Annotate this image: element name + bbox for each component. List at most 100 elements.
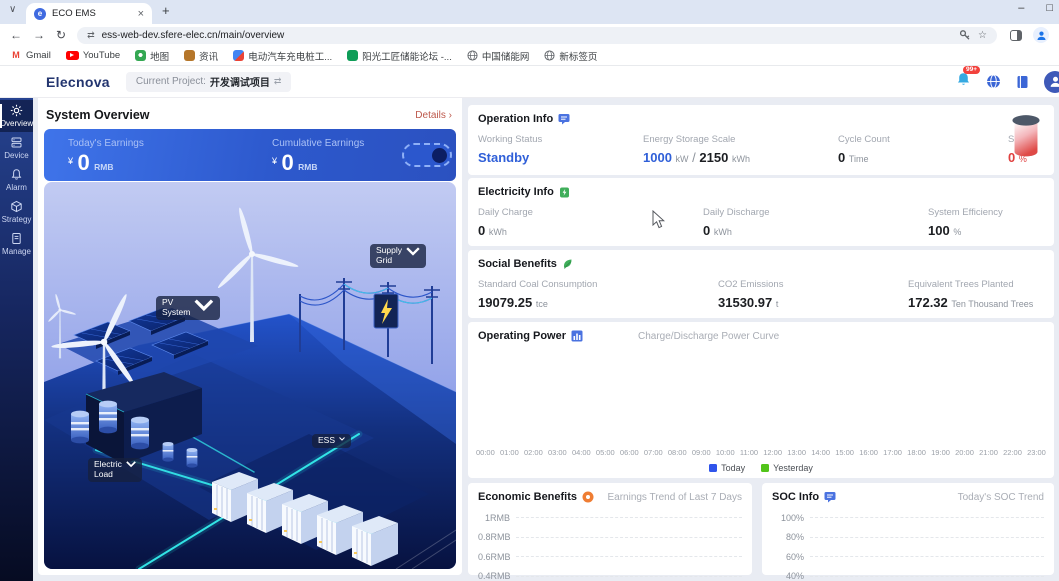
x-axis-tick-label: 04:00 — [572, 448, 591, 457]
electricity-info-icon — [559, 186, 570, 198]
x-axis-tick-label: 06:00 — [620, 448, 639, 457]
chevron-down-icon — [339, 437, 345, 441]
x-axis-tick-label: 10:00 — [716, 448, 735, 457]
manual-book-icon[interactable] — [1016, 75, 1029, 89]
sidebar-item-manage[interactable]: Manage — [0, 228, 33, 260]
forward-icon[interactable]: → — [33, 28, 45, 42]
economic-benefits-card: Economic Benefits Earnings Trend of Last… — [468, 483, 752, 575]
system-overview-title: System Overview — [46, 108, 150, 122]
y-axis-tick-label: 0.4RMB — [478, 571, 516, 581]
document-icon — [10, 232, 23, 245]
bookmark-gmail[interactable]: M Gmail — [10, 50, 51, 61]
x-axis-tick-label: 15:00 — [835, 448, 854, 457]
bookmark-maps[interactable]: 地图 — [135, 49, 169, 63]
project-selector[interactable]: Current Project: 开发调试项目 ⇄ — [126, 72, 292, 92]
economic-benefits-title: Economic Benefits — [478, 491, 577, 503]
operation-info-icon — [558, 113, 570, 125]
gmail-favicon: M — [10, 50, 22, 61]
x-axis-tick-label: 11:00 — [740, 448, 758, 457]
scene-label-supply-grid[interactable]: Supply Grid — [370, 244, 426, 268]
x-axis-tick-label: 08:00 — [668, 448, 687, 457]
app-logo: Elecnova — [46, 74, 110, 90]
url-field[interactable]: ⇄ ess-web-dev.sfere-elec.cn/main/overvie… — [77, 27, 997, 44]
chevron-right-icon: › — [449, 110, 452, 121]
alarm-bell-icon — [10, 168, 23, 181]
url-text: ess-web-dev.sfere-elec.cn/main/overview — [102, 30, 952, 41]
browser-tab[interactable]: e ECO EMS × — [26, 3, 152, 24]
x-axis-tick-label: 14:00 — [811, 448, 830, 457]
scene-label-ess[interactable]: ESS — [312, 434, 351, 448]
stat-coal-consumption: Standard Coal Consumption 19079.25 tce — [478, 279, 718, 310]
x-axis-tick-label: 16:00 — [859, 448, 878, 457]
browser-tabstrip: ∨ e ECO EMS × + – □ — [0, 0, 1059, 24]
x-axis-tick-label: 02:00 — [524, 448, 543, 457]
y-axis-tick-label: 60% — [772, 552, 810, 562]
tab-search-chevron-icon[interactable]: ∨ — [9, 4, 16, 15]
chevron-down-icon — [406, 247, 420, 256]
ev-favicon — [233, 50, 244, 61]
x-axis-tick-label: 18:00 — [907, 448, 926, 457]
chevron-down-icon — [126, 461, 136, 468]
legend-item-yesterday[interactable]: Yesterday — [761, 463, 813, 473]
tab-close-icon[interactable]: × — [138, 8, 144, 20]
window-minimize-button[interactable]: – — [1018, 2, 1024, 14]
bookmark-forum[interactable]: 阳光工匠储能论坛 -... — [347, 49, 452, 63]
bookmark-new-tab-page[interactable]: 新标签页 — [544, 49, 597, 63]
soc-info-card: SOC Info Today's SOC Trend 100% 80% 60% … — [762, 483, 1054, 575]
details-link[interactable]: Details › — [415, 110, 452, 121]
battery-cylinder-graphic — [1010, 111, 1042, 159]
x-axis-ticks: 00:0001:0002:0003:0004:0005:0006:0007:00… — [476, 448, 1046, 457]
globe-favicon — [544, 50, 555, 61]
back-icon[interactable]: ← — [10, 28, 22, 42]
maps-favicon — [135, 50, 146, 61]
side-panel-icon[interactable] — [1010, 30, 1022, 41]
gridline — [516, 517, 742, 518]
power-curve-subtitle: Charge/Discharge Power Curve — [638, 331, 779, 342]
cumulative-earnings: Cumulative Earnings ¥ 0 RMB — [272, 138, 364, 175]
device-server-icon — [10, 136, 23, 149]
x-axis-tick-label: 12:00 — [763, 448, 782, 457]
bookmark-ev-charging[interactable]: 电动汽车充电桩工... — [233, 49, 332, 63]
bookmark-youtube[interactable]: YouTube — [66, 50, 120, 61]
globe-favicon — [467, 50, 478, 61]
bookmark-star-icon[interactable]: ☆ — [978, 30, 987, 41]
user-avatar[interactable] — [1044, 71, 1059, 93]
notification-badge: 99+ — [963, 66, 980, 75]
scene-label-pv-system[interactable]: PV System — [156, 296, 220, 320]
x-axis-tick-label: 17:00 — [883, 448, 902, 457]
language-globe-icon[interactable] — [986, 74, 1001, 89]
gridline — [810, 556, 1044, 557]
sidebar-item-overview[interactable]: Overview — [0, 100, 33, 132]
new-tab-button[interactable]: + — [162, 3, 170, 18]
stat-co2-emissions: CO2 Emissions 31530.97 t — [718, 279, 908, 310]
news-favicon — [184, 50, 195, 61]
x-axis-tick-label: 19:00 — [931, 448, 950, 457]
cube-icon — [10, 200, 23, 213]
banner-toggle-switch[interactable] — [402, 143, 452, 167]
window-maximize-button[interactable]: □ — [1046, 2, 1053, 14]
operation-info-title: Operation Info — [478, 113, 553, 125]
electricity-info-title: Electricity Info — [478, 186, 554, 198]
x-axis-tick-label: 00:00 — [476, 448, 495, 457]
bookmark-news[interactable]: 资讯 — [184, 49, 218, 63]
sidebar-item-alarm[interactable]: Alarm — [0, 164, 33, 196]
tab-title: ECO EMS — [52, 8, 132, 19]
site-info-icon[interactable]: ⇄ — [87, 30, 95, 41]
soc-info-icon — [824, 491, 836, 503]
scene-label-electric-load[interactable]: Electric Load — [88, 458, 142, 482]
y-axis-tick-label: 80% — [772, 532, 810, 542]
operating-power-card: Operating Power Charge/Discharge Power C… — [468, 322, 1054, 478]
economic-benefits-subtitle: Earnings Trend of Last 7 Days — [607, 492, 742, 503]
sidebar-item-device[interactable]: Device — [0, 132, 33, 164]
bookmark-cnesa[interactable]: 中国储能网 — [467, 49, 530, 63]
project-swap-icon: ⇄ — [274, 76, 282, 87]
operating-power-title: Operating Power — [478, 330, 566, 342]
facility-scene-graphic — [44, 182, 456, 569]
sidebar-item-strategy[interactable]: Strategy — [0, 196, 33, 228]
x-axis-tick-label: 09:00 — [692, 448, 711, 457]
notifications-button[interactable]: 99+ — [956, 72, 971, 92]
legend-item-today[interactable]: Today — [709, 463, 745, 473]
reload-icon[interactable]: ↻ — [56, 28, 66, 42]
browser-profile-avatar[interactable] — [1033, 27, 1049, 43]
password-key-icon[interactable] — [959, 29, 971, 41]
